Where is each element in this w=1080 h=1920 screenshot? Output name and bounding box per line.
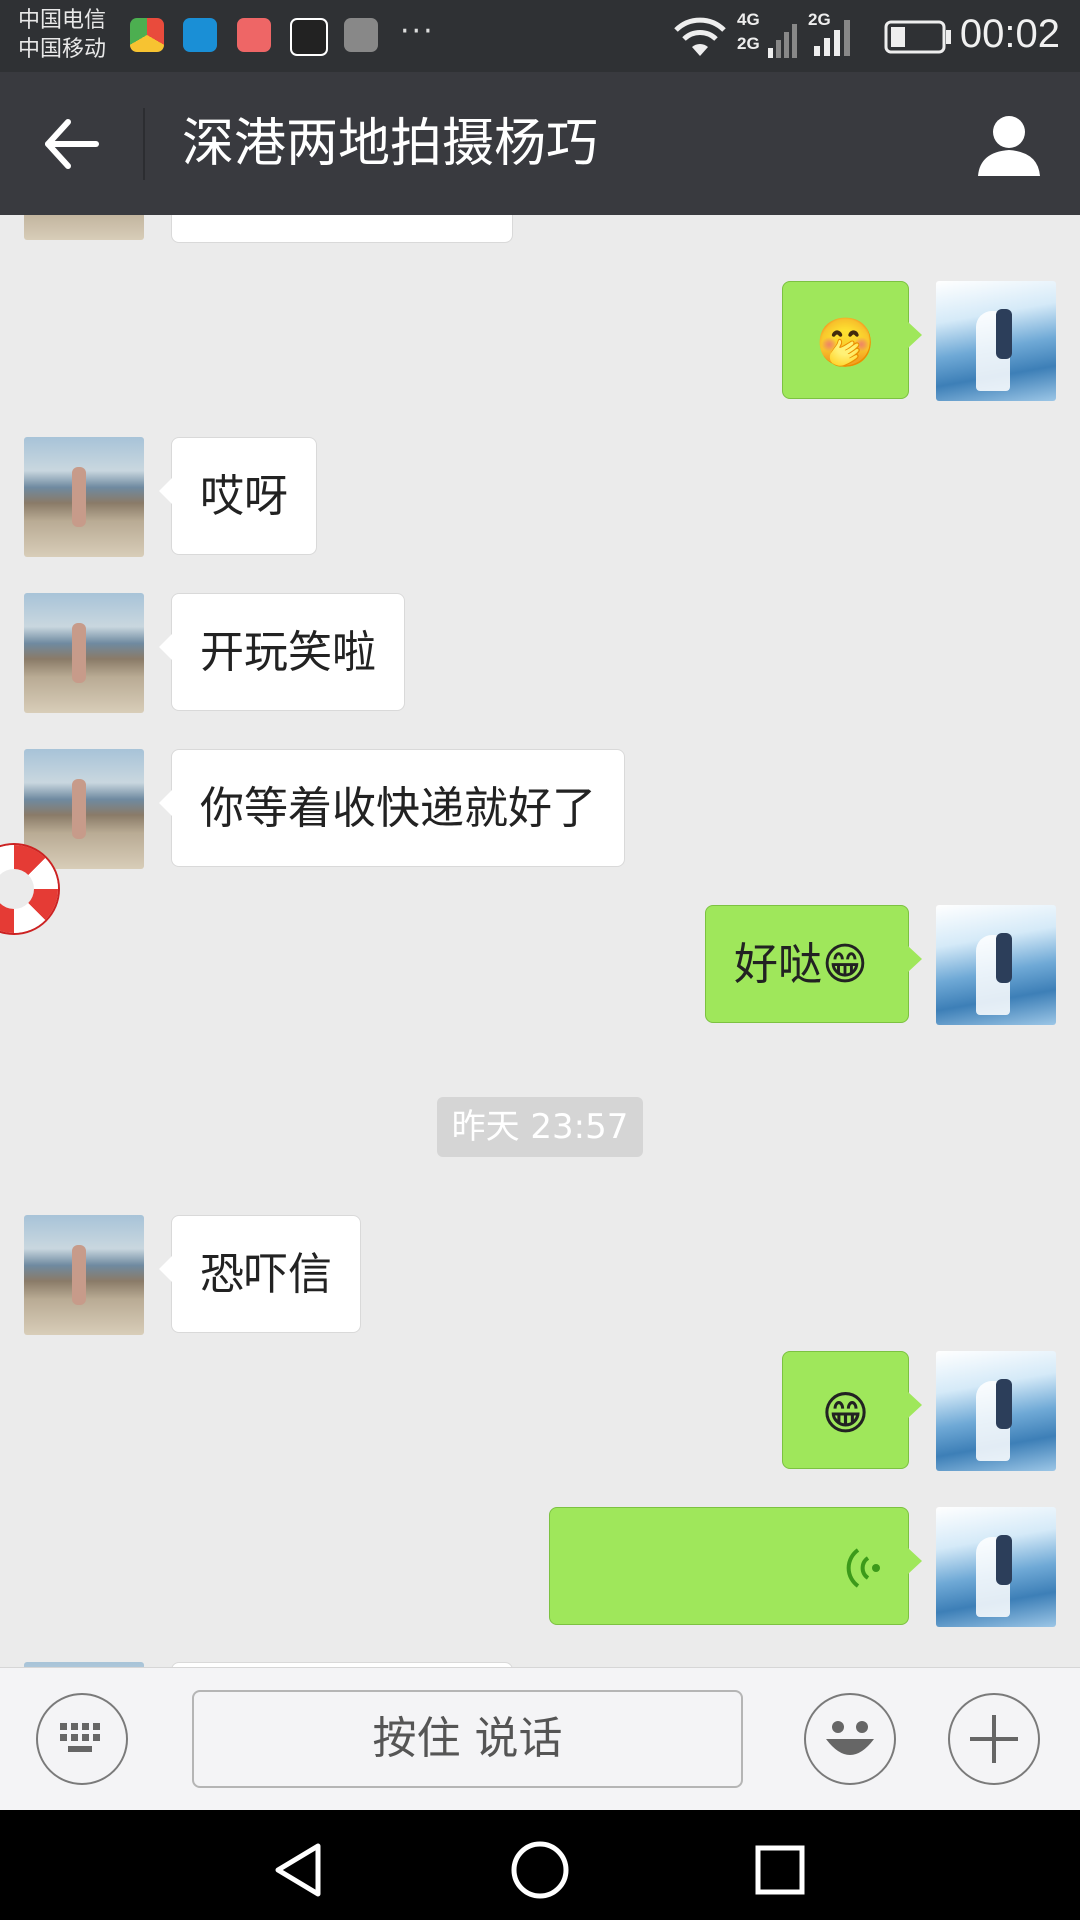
- emoji-button[interactable]: [804, 1693, 896, 1785]
- clock: 00:02: [959, 12, 1060, 56]
- game-app-icon: [237, 18, 271, 52]
- contact-avatar[interactable]: [24, 593, 144, 713]
- message-bubble-partial[interactable]: [171, 215, 513, 243]
- message-app-icon: [183, 18, 217, 52]
- received-message-bubble[interactable]: 开玩笑啦: [159, 593, 405, 711]
- person-icon: [978, 116, 1040, 176]
- more-notifications-icon: ···: [400, 14, 435, 49]
- voice-message-bubble[interactable]: [549, 1507, 922, 1625]
- back-button[interactable]: [38, 112, 108, 176]
- contact-avatar[interactable]: [24, 437, 144, 557]
- chat-info-button[interactable]: [974, 110, 1044, 180]
- my-avatar[interactable]: [936, 281, 1056, 401]
- chat-header: 深港两地拍摄杨巧: [0, 72, 1080, 215]
- emoji-grin-icon: 😁: [821, 1386, 870, 1440]
- nav-back-icon[interactable]: [272, 1842, 326, 1898]
- qq-icon: [290, 18, 328, 56]
- signal-icon-2: [814, 20, 850, 56]
- nav-home-icon[interactable]: [510, 1840, 570, 1900]
- status-bar: 中国电信 中国移动 ··· 4G 2G 2G 00:02: [0, 0, 1080, 72]
- header-divider: [143, 108, 145, 180]
- carrier-1: 中国电信: [18, 8, 107, 33]
- received-message-bubble[interactable]: 你等着收快递就好了: [159, 749, 625, 867]
- sent-emoji-bubble[interactable]: 🤭: [782, 281, 922, 399]
- hold-to-talk-button[interactable]: 按住 说话: [192, 1690, 743, 1788]
- my-avatar[interactable]: [936, 1507, 1056, 1627]
- time-divider: 昨天 23:57: [437, 1097, 643, 1157]
- signal-icon-1: [768, 24, 797, 58]
- plus-icon: [970, 1715, 1018, 1763]
- emoji-hug-icon: 🤭: [815, 315, 876, 371]
- wifi-icon: [674, 17, 726, 56]
- sent-emoji-bubble[interactable]: 😁: [782, 1351, 922, 1469]
- keyboard-toggle-button[interactable]: [36, 1693, 128, 1785]
- smiley-icon: [826, 1721, 874, 1755]
- received-message-bubble[interactable]: 恐吓信: [159, 1215, 361, 1333]
- network-type-2: 2G: [737, 34, 760, 53]
- message-list[interactable]: 🤭 哎呀 开玩笑啦 你等着收快递就好了 好哒😁 昨天 23:57 恐吓信 😁 7…: [0, 215, 1080, 1667]
- input-bar: 按住 说话: [0, 1667, 1080, 1811]
- contact-avatar[interactable]: [24, 749, 144, 869]
- gallery-icon: [344, 18, 378, 52]
- browser-app-icon: [130, 18, 164, 52]
- carrier-2: 中国移动: [18, 37, 107, 62]
- back-arrow-icon: [45, 119, 99, 169]
- my-avatar[interactable]: [936, 905, 1056, 1025]
- received-message-bubble[interactable]: 哎呀: [159, 437, 317, 555]
- chat-title: 深港两地拍摄杨巧: [182, 114, 599, 174]
- network-type-1: 4G: [737, 10, 760, 29]
- sent-message-bubble[interactable]: 好哒😁: [705, 905, 922, 1023]
- system-nav-bar: [0, 1810, 1080, 1920]
- battery-icon: [884, 20, 951, 54]
- carrier-labels: 中国电信 中国移动: [18, 6, 106, 64]
- my-avatar[interactable]: [936, 1351, 1056, 1471]
- keyboard-icon: [60, 1723, 100, 1752]
- voice-wave-icon: [846, 1548, 880, 1588]
- more-actions-button[interactable]: [948, 1693, 1040, 1785]
- contact-avatar[interactable]: [24, 215, 144, 240]
- nav-recents-icon[interactable]: [754, 1844, 806, 1896]
- contact-avatar[interactable]: [24, 1215, 144, 1335]
